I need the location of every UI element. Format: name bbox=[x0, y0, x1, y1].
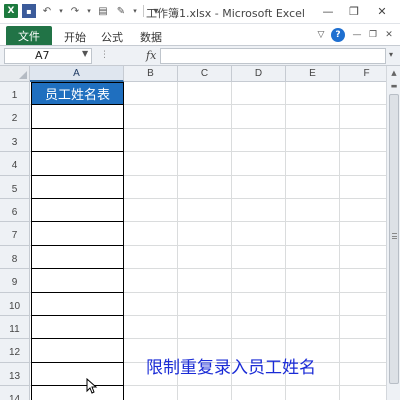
close-button[interactable]: ✕ bbox=[370, 3, 394, 19]
undo-dropdown-icon[interactable]: ▾ bbox=[58, 4, 64, 18]
redo-icon[interactable]: ↷ bbox=[68, 4, 82, 18]
minimize-button[interactable]: — bbox=[316, 3, 340, 19]
ribbon-tab-bar: 文件 开始 公式 数据 ▽ ? — ❐ ✕ bbox=[0, 24, 400, 46]
table-header-cell[interactable]: 员工姓名表 bbox=[31, 82, 124, 106]
name-box-dropdown-icon[interactable]: ▼ bbox=[82, 49, 88, 58]
column-header-e[interactable]: E bbox=[286, 66, 340, 82]
cell-a4[interactable] bbox=[31, 152, 124, 176]
row-header-12[interactable]: 12 bbox=[0, 339, 30, 363]
cell-a9[interactable] bbox=[31, 269, 124, 293]
title-bar: X ▪ ↶ ▾ ↷ ▾ ▤ ✎ ▾ ▾ 工作簿1.xlsx - Microsof… bbox=[0, 0, 400, 24]
restore-button[interactable]: ❐ bbox=[342, 3, 366, 19]
column-a-bordered-range[interactable]: 员工姓名表 bbox=[31, 82, 124, 400]
cell-a3[interactable] bbox=[31, 128, 124, 153]
column-header-b[interactable]: B bbox=[124, 66, 178, 82]
format-painter-icon[interactable]: ✎ bbox=[114, 4, 128, 18]
quick-access-toolbar: X ▪ ↶ ▾ ↷ ▾ ▤ ✎ ▾ ▾ bbox=[4, 4, 163, 18]
tab-formulas[interactable]: 公式 bbox=[101, 29, 123, 45]
tab-data[interactable]: 数据 bbox=[140, 29, 162, 45]
column-header-d[interactable]: D bbox=[232, 66, 286, 82]
column-header-a[interactable]: A bbox=[30, 66, 124, 82]
formula-bar: A7 ▼ ⋮ fx ▾ bbox=[0, 46, 400, 66]
cell-a7[interactable] bbox=[31, 222, 124, 246]
cell-a13[interactable] bbox=[31, 362, 124, 387]
row-header-1[interactable]: 1 bbox=[0, 82, 30, 106]
scroll-thumb[interactable] bbox=[389, 94, 399, 384]
gridline bbox=[339, 82, 340, 400]
workbook-restore-icon[interactable]: ❐ bbox=[366, 28, 380, 42]
row-header-7[interactable]: 7 bbox=[0, 222, 30, 246]
worksheet-grid[interactable]: ABCDEF 1 2 3 4 5 6 7 8 9 10 11 12 13 14 员工姓名表 限制重复录入员… bbox=[0, 66, 386, 400]
name-box[interactable]: A7 bbox=[4, 48, 92, 64]
workbook-minimize-icon[interactable]: — bbox=[350, 28, 364, 42]
cell-a6[interactable] bbox=[31, 199, 124, 223]
formula-bar-splitter-icon[interactable]: ⋮ bbox=[100, 48, 114, 64]
mouse-cursor-icon bbox=[86, 378, 98, 394]
vertical-scrollbar[interactable]: ▲ ▬ bbox=[386, 66, 400, 400]
minimize-ribbon-icon[interactable]: ▽ bbox=[314, 28, 328, 42]
formula-input[interactable] bbox=[160, 48, 386, 64]
cell-a2[interactable] bbox=[31, 105, 124, 129]
row-header-10[interactable]: 10 bbox=[0, 292, 30, 316]
tab-file[interactable]: 文件 bbox=[6, 26, 52, 45]
undo-icon[interactable]: ↶ bbox=[40, 4, 54, 18]
excel-app-icon[interactable]: X bbox=[4, 4, 18, 18]
cell-a5[interactable] bbox=[31, 175, 124, 199]
tab-home[interactable]: 开始 bbox=[64, 29, 86, 45]
scroll-up-icon[interactable]: ▲ bbox=[388, 67, 400, 79]
window-title: 工作簿1.xlsx - Microsoft Excel bbox=[146, 7, 305, 20]
cell-a14[interactable] bbox=[31, 386, 124, 400]
cell-a11[interactable] bbox=[31, 316, 124, 340]
row-header-2[interactable]: 2 bbox=[0, 105, 30, 129]
row-header-4[interactable]: 4 bbox=[0, 152, 30, 176]
column-header-c[interactable]: C bbox=[178, 66, 232, 82]
row-header-6[interactable]: 6 bbox=[0, 199, 30, 223]
overlay-caption: 限制重复录入员工姓名 bbox=[146, 358, 316, 378]
row-header-3[interactable]: 3 bbox=[0, 128, 30, 153]
cell-a10[interactable] bbox=[31, 292, 124, 316]
redo-dropdown-icon[interactable]: ▾ bbox=[86, 4, 92, 18]
column-header-f[interactable]: F bbox=[340, 66, 386, 82]
save-icon[interactable]: ▪ bbox=[22, 4, 36, 18]
row-header-14[interactable]: 14 bbox=[0, 386, 30, 400]
insert-function-icon[interactable]: fx bbox=[146, 49, 156, 62]
scroll-grip-icon bbox=[392, 233, 397, 239]
select-all-button[interactable] bbox=[0, 66, 30, 82]
row-header-5[interactable]: 5 bbox=[0, 175, 30, 199]
workbook-close-icon[interactable]: ✕ bbox=[382, 28, 396, 42]
qat-separator bbox=[143, 5, 144, 17]
cell-a12[interactable] bbox=[31, 339, 124, 363]
print-preview-icon[interactable]: ▤ bbox=[96, 4, 110, 18]
expand-formula-bar-icon[interactable]: ▾ bbox=[389, 50, 393, 59]
split-box-icon[interactable]: ▬ bbox=[388, 80, 400, 92]
cell-a8[interactable] bbox=[31, 245, 124, 270]
row-header-8[interactable]: 8 bbox=[0, 245, 30, 270]
more-commands-icon[interactable]: ▾ bbox=[132, 4, 138, 18]
row-header-13[interactable]: 13 bbox=[0, 362, 30, 387]
help-icon[interactable]: ? bbox=[331, 28, 345, 42]
row-header-9[interactable]: 9 bbox=[0, 269, 30, 293]
row-header-11[interactable]: 11 bbox=[0, 316, 30, 340]
